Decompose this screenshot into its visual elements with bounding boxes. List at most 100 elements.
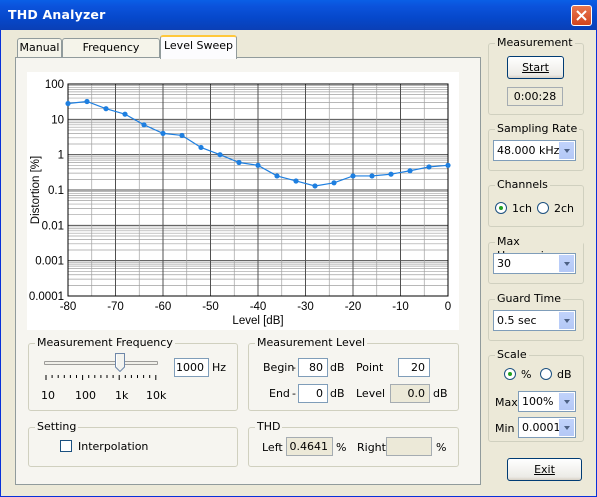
measurement-frequency-label: Measurement Frequency — [35, 336, 175, 350]
channel-2ch-radio[interactable] — [537, 202, 549, 214]
end-unit: dB — [330, 387, 345, 400]
measurement-level-label: Measurement Level — [255, 336, 368, 350]
end-minus: - — [292, 387, 296, 400]
scale-min-label: Min — [495, 422, 515, 435]
data-point — [217, 152, 223, 158]
distortion-chart: 1001010.10.010.0010.0001-80 -70 -60 -50 -40-… — [27, 72, 459, 330]
thd-right-value — [386, 437, 432, 456]
x-tick-label: -20 — [345, 301, 362, 313]
guard-time-select[interactable]: 0.5 sec — [493, 310, 576, 331]
thd-left-value: 0.4641 — [286, 437, 333, 456]
chevron-down-icon[interactable] — [559, 142, 574, 159]
scale-min-select[interactable]: 0.0001: — [518, 417, 576, 438]
scale-max-select[interactable]: 100% — [518, 391, 576, 412]
frequency-input[interactable]: 1000 — [174, 358, 209, 377]
point-input[interactable]: 20 — [398, 358, 430, 377]
x-tick-label: 0 — [445, 301, 451, 313]
exit-button-label: Exit — [534, 463, 555, 476]
x-tick-label: -70 — [107, 301, 124, 313]
max-harmonics-value: 30 — [497, 257, 511, 270]
y-tick-label: 0.001 — [35, 256, 64, 268]
freq-tick-10k: 10k — [146, 389, 167, 402]
freq-tick-10: 10 — [41, 389, 55, 402]
x-axis-label: Level [dB] — [232, 315, 283, 327]
tab-level-sweep-label: Level Sweep — [163, 39, 234, 52]
frequency-slider-track[interactable] — [44, 361, 158, 365]
thd-right-label: Right — [357, 441, 386, 454]
data-point — [84, 98, 90, 105]
channels-label: Channels — [495, 178, 550, 192]
interpolation-label: Interpolation — [78, 440, 149, 453]
begin-input[interactable]: 80 — [298, 358, 328, 377]
y-tick-label: 0.01 — [42, 220, 64, 232]
x-tick-label: -60 — [155, 301, 172, 313]
title-bar[interactable]: THD Analyzer — [0, 0, 597, 30]
start-button-label: Start — [522, 61, 549, 74]
scale-max-value: 100% — [522, 395, 554, 408]
end-input[interactable]: 0 — [298, 384, 328, 403]
scale-label: Scale — [495, 348, 529, 362]
level-label: Level — [356, 387, 386, 400]
tab-frequency-sweep[interactable]: Frequency Sweep — [62, 38, 160, 72]
tab-manual-label: Manual — [19, 41, 60, 54]
measurement-label: Measurement — [495, 36, 575, 50]
data-point — [236, 159, 242, 166]
data-point — [350, 173, 356, 179]
data-point — [445, 162, 451, 168]
data-point — [160, 130, 166, 136]
sampling-rate-select[interactable]: 48.000 kHz — [493, 140, 576, 161]
guard-time-label: Guard Time — [495, 292, 563, 306]
scale-db-radio[interactable] — [540, 368, 552, 380]
data-point — [255, 162, 261, 168]
guard-time-value: 0.5 sec — [497, 314, 537, 327]
thd-left-unit: % — [336, 441, 347, 454]
scale-percent-radio[interactable] — [504, 368, 516, 380]
tab-level-sweep[interactable]: Level Sweep — [160, 35, 237, 59]
elapsed-time: 0:00:28 — [507, 87, 563, 106]
begin-minus: - — [292, 361, 296, 374]
begin-label: Begin — [263, 361, 295, 374]
channel-2ch-label: 2ch — [554, 202, 575, 215]
interpolation-checkbox[interactable] — [60, 440, 72, 452]
window-title: THD Analyzer — [8, 7, 106, 22]
begin-unit: dB — [330, 361, 345, 374]
x-tick-label: -50 — [202, 301, 219, 313]
y-tick-label: 10 — [51, 114, 64, 126]
freq-tick-1k: 1k — [115, 389, 129, 402]
x-tick-label: -40 — [250, 301, 267, 313]
end-label: End — [269, 387, 290, 400]
data-point — [103, 106, 109, 112]
freq-tick-100: 100 — [75, 389, 96, 402]
data-point — [312, 183, 318, 189]
data-point — [331, 180, 337, 186]
exit-button[interactable]: Exit — [507, 458, 582, 481]
sampling-rate-value: 48.000 kHz — [497, 144, 560, 157]
start-button[interactable]: Start — [507, 56, 564, 79]
level-readout: 0.0 — [390, 384, 430, 403]
chevron-down-icon[interactable] — [559, 393, 574, 410]
x-tick-label: -10 — [392, 301, 409, 313]
level-unit: dB — [433, 387, 448, 400]
chevron-down-icon[interactable] — [559, 312, 574, 329]
tab-manual[interactable]: Manual — [17, 38, 62, 57]
max-harmonics-select[interactable]: 30 — [493, 253, 576, 274]
chevron-down-icon[interactable] — [559, 255, 574, 272]
data-point — [388, 171, 394, 177]
data-point — [65, 100, 71, 107]
close-button[interactable] — [571, 5, 592, 26]
channel-1ch-radio[interactable] — [495, 202, 507, 214]
data-point — [274, 173, 280, 179]
data-point — [179, 132, 185, 139]
chevron-down-icon[interactable] — [559, 419, 574, 436]
x-tick-label: -80 — [60, 301, 77, 313]
data-point — [198, 144, 204, 151]
frequency-slider-thumb[interactable] — [115, 353, 125, 373]
thd-right-unit: % — [436, 441, 447, 454]
y-tick-label: 0.1 — [48, 185, 64, 197]
data-point — [293, 178, 299, 184]
data-point — [122, 111, 128, 117]
scale-percent-label: % — [521, 368, 532, 381]
data-point — [407, 168, 413, 174]
setting-label: Setting — [35, 420, 79, 434]
frequency-slider-ticks — [45, 375, 157, 380]
